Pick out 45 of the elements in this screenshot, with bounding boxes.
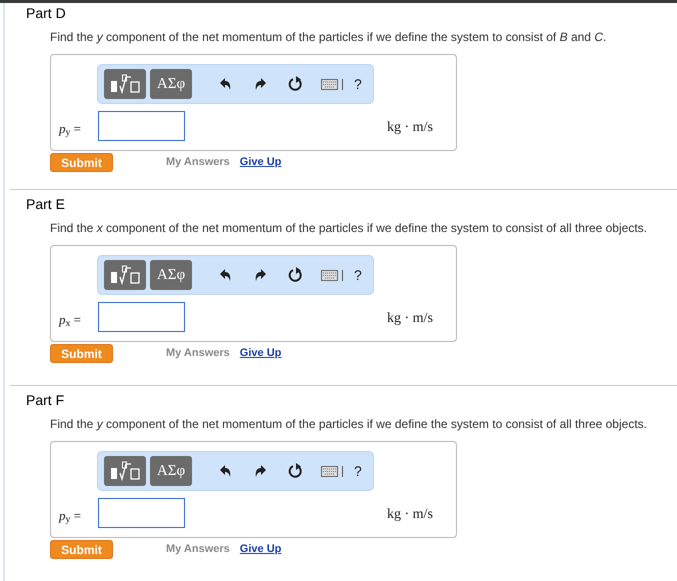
unit-label: kg · m/s (387, 119, 433, 137)
undo-icon[interactable] (219, 78, 232, 90)
reset-icon[interactable] (288, 76, 303, 92)
redo-icon[interactable] (254, 78, 267, 90)
templates-button[interactable] (104, 69, 146, 99)
answer-field[interactable] (98, 302, 185, 332)
fraction-root-icon (109, 264, 141, 286)
redo-icon[interactable] (254, 464, 267, 478)
my-answers-link[interactable]: My Answers (166, 154, 230, 171)
question-text: Find the y component of the net momentum of the particles if we define the system to consist of all three objects. (50, 416, 647, 432)
unit-label: kg · m/s (387, 310, 433, 328)
question-text: Find the y component of the net momentum of the particles if we define the system to consist of B and C. (50, 29, 606, 45)
variable-label: p$_{x}$ = (59, 311, 81, 330)
variable-label: p$_{y}$ = (59, 507, 81, 526)
undo-icon[interactable] (219, 464, 232, 478)
templates-button[interactable] (104, 456, 146, 486)
reset-icon[interactable] (288, 267, 303, 283)
my-answers-link[interactable]: My Answers (166, 541, 230, 558)
answer-field[interactable] (98, 111, 185, 141)
my-answers-link[interactable]: My Answers (166, 345, 230, 362)
templates-button[interactable] (104, 260, 146, 290)
part-title: Part D (26, 4, 66, 22)
help-button[interactable]: ? (354, 264, 362, 286)
part-title: Part F (26, 391, 64, 409)
symbols-button[interactable]: ΑΣφ (150, 456, 192, 486)
give-up-link[interactable]: Give Up (240, 154, 282, 171)
keyboard-icon[interactable] (321, 78, 338, 90)
redo-icon[interactable] (254, 268, 267, 282)
symbols-button[interactable]: ΑΣφ (150, 69, 192, 99)
help-button[interactable]: ? (354, 74, 362, 94)
undo-icon[interactable] (219, 268, 232, 282)
help-button[interactable]: ? (354, 460, 362, 482)
unit-label: kg · m/s (387, 506, 433, 524)
question-text: Find the x component of the net momentum of the particles if we define the system to consist of all three objects. (50, 220, 647, 236)
variable-label: p$_{y}$ = (59, 120, 81, 138)
answer-field[interactable] (98, 498, 185, 528)
give-up-link[interactable]: Give Up (240, 345, 282, 362)
keyboard-icon[interactable] (321, 270, 338, 280)
keyboard-icon[interactable] (321, 466, 338, 476)
part-title: Part E (26, 195, 65, 213)
give-up-link[interactable]: Give Up (240, 541, 282, 558)
symbols-button[interactable]: ΑΣφ (150, 260, 192, 290)
fraction-root-icon (109, 460, 141, 482)
reset-icon[interactable] (288, 463, 303, 479)
fraction-root-icon (109, 73, 141, 95)
